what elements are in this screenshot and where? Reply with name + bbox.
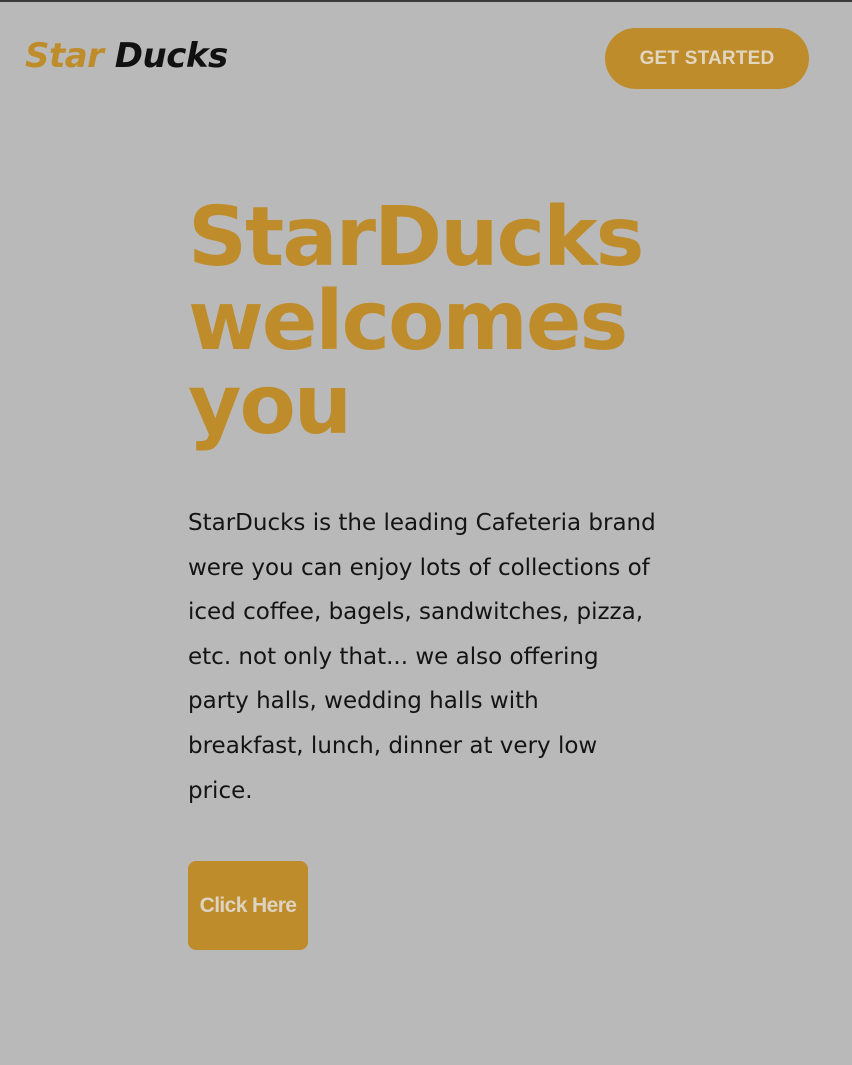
hero-section: StarDucks welcomes you: [188, 196, 708, 448]
hero-description: StarDucks is the leading Cafeteria brand…: [188, 510, 656, 804]
site-logo[interactable]: Star Ducks: [25, 36, 228, 76]
hero-title: StarDucks welcomes you: [188, 196, 708, 448]
click-here-button[interactable]: Click Here: [188, 861, 308, 950]
logo-star-text: Star: [25, 36, 104, 76]
hero-title-line-2: welcomes: [188, 274, 628, 369]
get-started-button[interactable]: GET STARTED: [605, 28, 809, 89]
logo-ducks-text: Ducks: [114, 36, 228, 76]
hero-title-line-3: you: [188, 358, 352, 453]
hero-title-line-1: StarDucks: [188, 190, 644, 285]
top-border: [0, 0, 852, 2]
